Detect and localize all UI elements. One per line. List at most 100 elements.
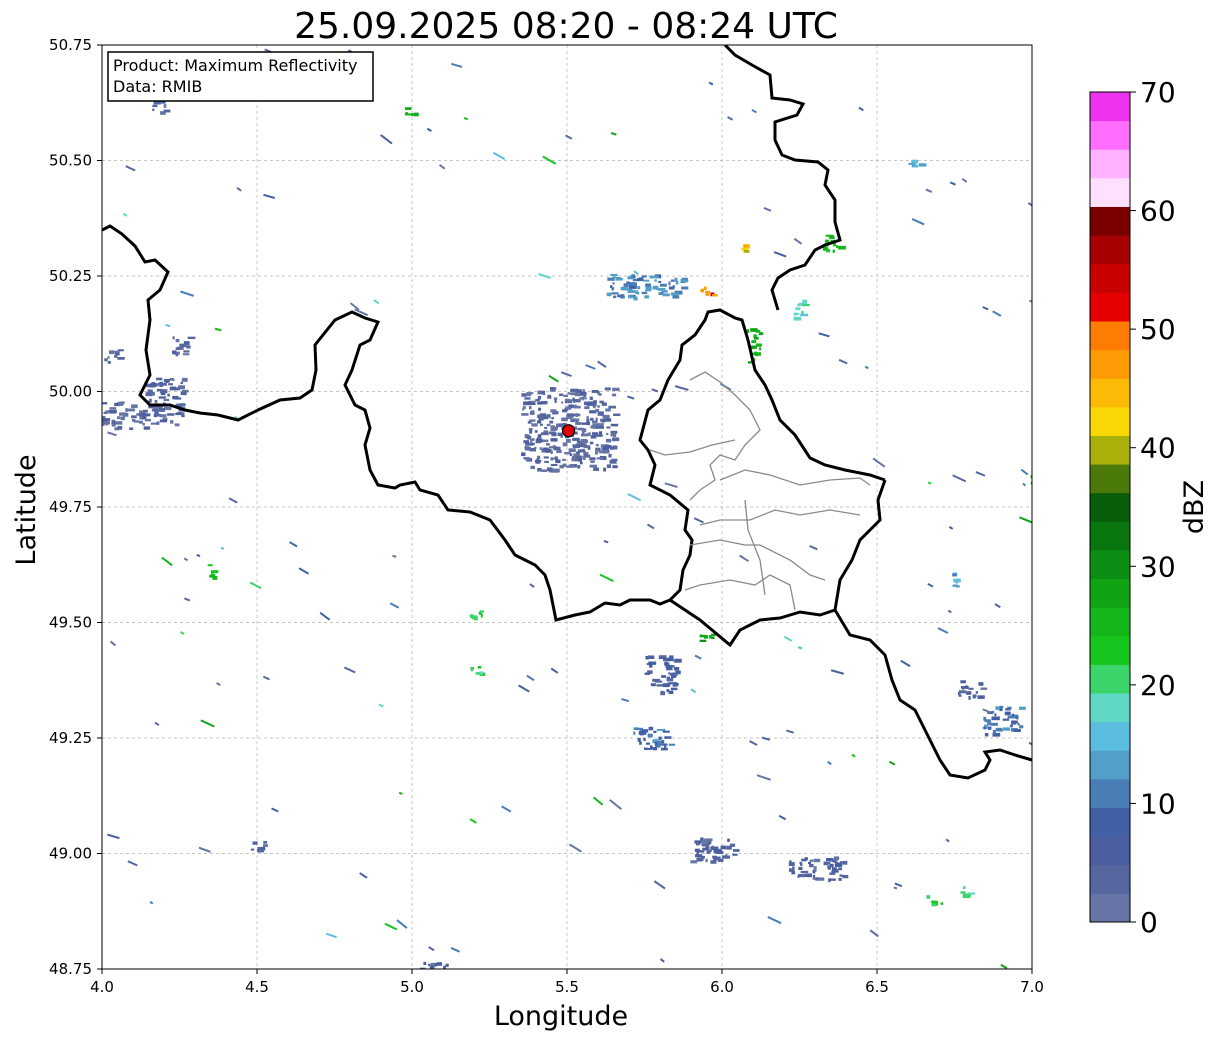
echo-pixel xyxy=(158,396,166,399)
echo-pixel xyxy=(142,409,148,413)
echo-pixel xyxy=(712,294,718,297)
echo-pixel xyxy=(567,392,570,395)
colorbar-segment xyxy=(1090,378,1130,408)
echo-pixel xyxy=(992,710,995,714)
echo-streak xyxy=(319,611,331,621)
echo-pixel xyxy=(534,430,538,433)
echo-streak xyxy=(107,833,120,840)
echo-pixel xyxy=(1030,475,1032,479)
colorbar-segment xyxy=(1090,635,1130,665)
echo-pixel xyxy=(732,853,738,856)
echo-pixel xyxy=(795,307,801,311)
echo-pixel xyxy=(711,845,715,849)
echo-pixel xyxy=(972,694,977,698)
y-axis-ticks: 50.75 50.50 50.25 50.00 49.75 49.50 49.25 49.00… xyxy=(49,36,102,978)
echo-pixel xyxy=(151,408,159,412)
echo-pixel xyxy=(605,408,611,412)
echo-streak xyxy=(869,929,879,938)
echo-streak xyxy=(1027,202,1032,212)
echo-pixel xyxy=(111,423,116,427)
echo-pixel xyxy=(187,336,196,340)
echo-pixel xyxy=(178,403,186,406)
echo-pixel xyxy=(700,288,705,293)
echo-pixel xyxy=(590,417,594,421)
echo-pixel xyxy=(643,279,650,282)
echo-pixel xyxy=(548,431,556,435)
echo-pixel xyxy=(611,287,615,291)
echo-pixel xyxy=(650,656,653,659)
echo-pixel xyxy=(627,294,634,299)
echo-pixel xyxy=(812,874,816,878)
echo-pixel xyxy=(674,658,682,663)
echo-pixel xyxy=(263,840,268,844)
echo-pixel xyxy=(155,377,163,381)
echo-pixel xyxy=(569,453,573,457)
echo-pixel xyxy=(637,737,641,742)
echo-pixel xyxy=(668,690,674,695)
echo-streak xyxy=(858,106,864,112)
echo-pixel xyxy=(531,423,538,427)
echo-pixel xyxy=(827,865,832,870)
echo-pixel xyxy=(913,164,919,168)
echo-pixel xyxy=(572,437,580,441)
echo-pixel xyxy=(1035,476,1041,479)
echo-streak xyxy=(526,674,535,682)
echo-pixel xyxy=(1017,723,1020,726)
echo-pixel xyxy=(957,691,961,696)
echo-pixel xyxy=(181,414,185,418)
echo-pixel xyxy=(152,108,155,112)
echo-pixel xyxy=(175,338,180,343)
echo-pixel xyxy=(524,446,529,449)
echo-pixel xyxy=(117,425,123,430)
echo-pixel xyxy=(479,610,485,613)
echo-pixel xyxy=(90,411,95,413)
echo-pixel xyxy=(93,421,98,425)
echo-pixel xyxy=(550,464,558,467)
echo-streak xyxy=(610,132,617,136)
echo-pixel xyxy=(652,678,661,682)
echo-pixel xyxy=(96,414,98,418)
echo-streak xyxy=(565,134,573,140)
echo-pixel xyxy=(952,584,958,587)
echo-pixel xyxy=(571,457,575,462)
echo-pixel xyxy=(1007,715,1015,719)
echo-streak xyxy=(529,583,535,588)
colorbar-segment xyxy=(1090,349,1130,379)
echo-pixel xyxy=(131,415,137,419)
echo-pixel xyxy=(681,286,689,290)
echo-pixel xyxy=(566,413,575,417)
echo-pixel xyxy=(179,385,185,389)
echo-pixel xyxy=(627,289,635,293)
echo-pixel xyxy=(604,418,612,422)
echo-pixel xyxy=(978,682,984,686)
echo-pixel xyxy=(99,401,102,404)
echo-pixel xyxy=(1005,708,1011,711)
echo-pixel xyxy=(634,282,637,287)
echo-pixel xyxy=(606,292,612,297)
echo-streak xyxy=(830,669,845,675)
echo-pixel xyxy=(606,464,611,469)
echo-pixel xyxy=(725,854,728,857)
echo-pixel xyxy=(175,412,182,416)
echo-pixel xyxy=(705,293,710,296)
echo-streak xyxy=(659,958,665,963)
echo-streak xyxy=(463,117,469,121)
echo-pixel xyxy=(598,431,603,435)
echo-streak xyxy=(127,860,138,867)
echo-pixel xyxy=(156,383,160,387)
echo-pixel xyxy=(1010,724,1013,728)
colorbar-segment xyxy=(1090,693,1130,723)
echo-pixel xyxy=(598,450,602,454)
echo-pixel xyxy=(992,729,997,734)
echo-pixel xyxy=(794,312,800,316)
colorbar xyxy=(1089,91,1131,923)
echo-pixel xyxy=(119,412,127,416)
echo-pixel xyxy=(656,287,659,291)
colorbar-segment xyxy=(1090,292,1130,322)
echo-pixel xyxy=(586,416,589,419)
echo-pixel xyxy=(524,397,531,400)
echo-pixel xyxy=(967,892,975,895)
echo-pixel xyxy=(668,281,671,286)
echo-pixel xyxy=(528,406,532,410)
echo-pixel xyxy=(829,872,836,875)
